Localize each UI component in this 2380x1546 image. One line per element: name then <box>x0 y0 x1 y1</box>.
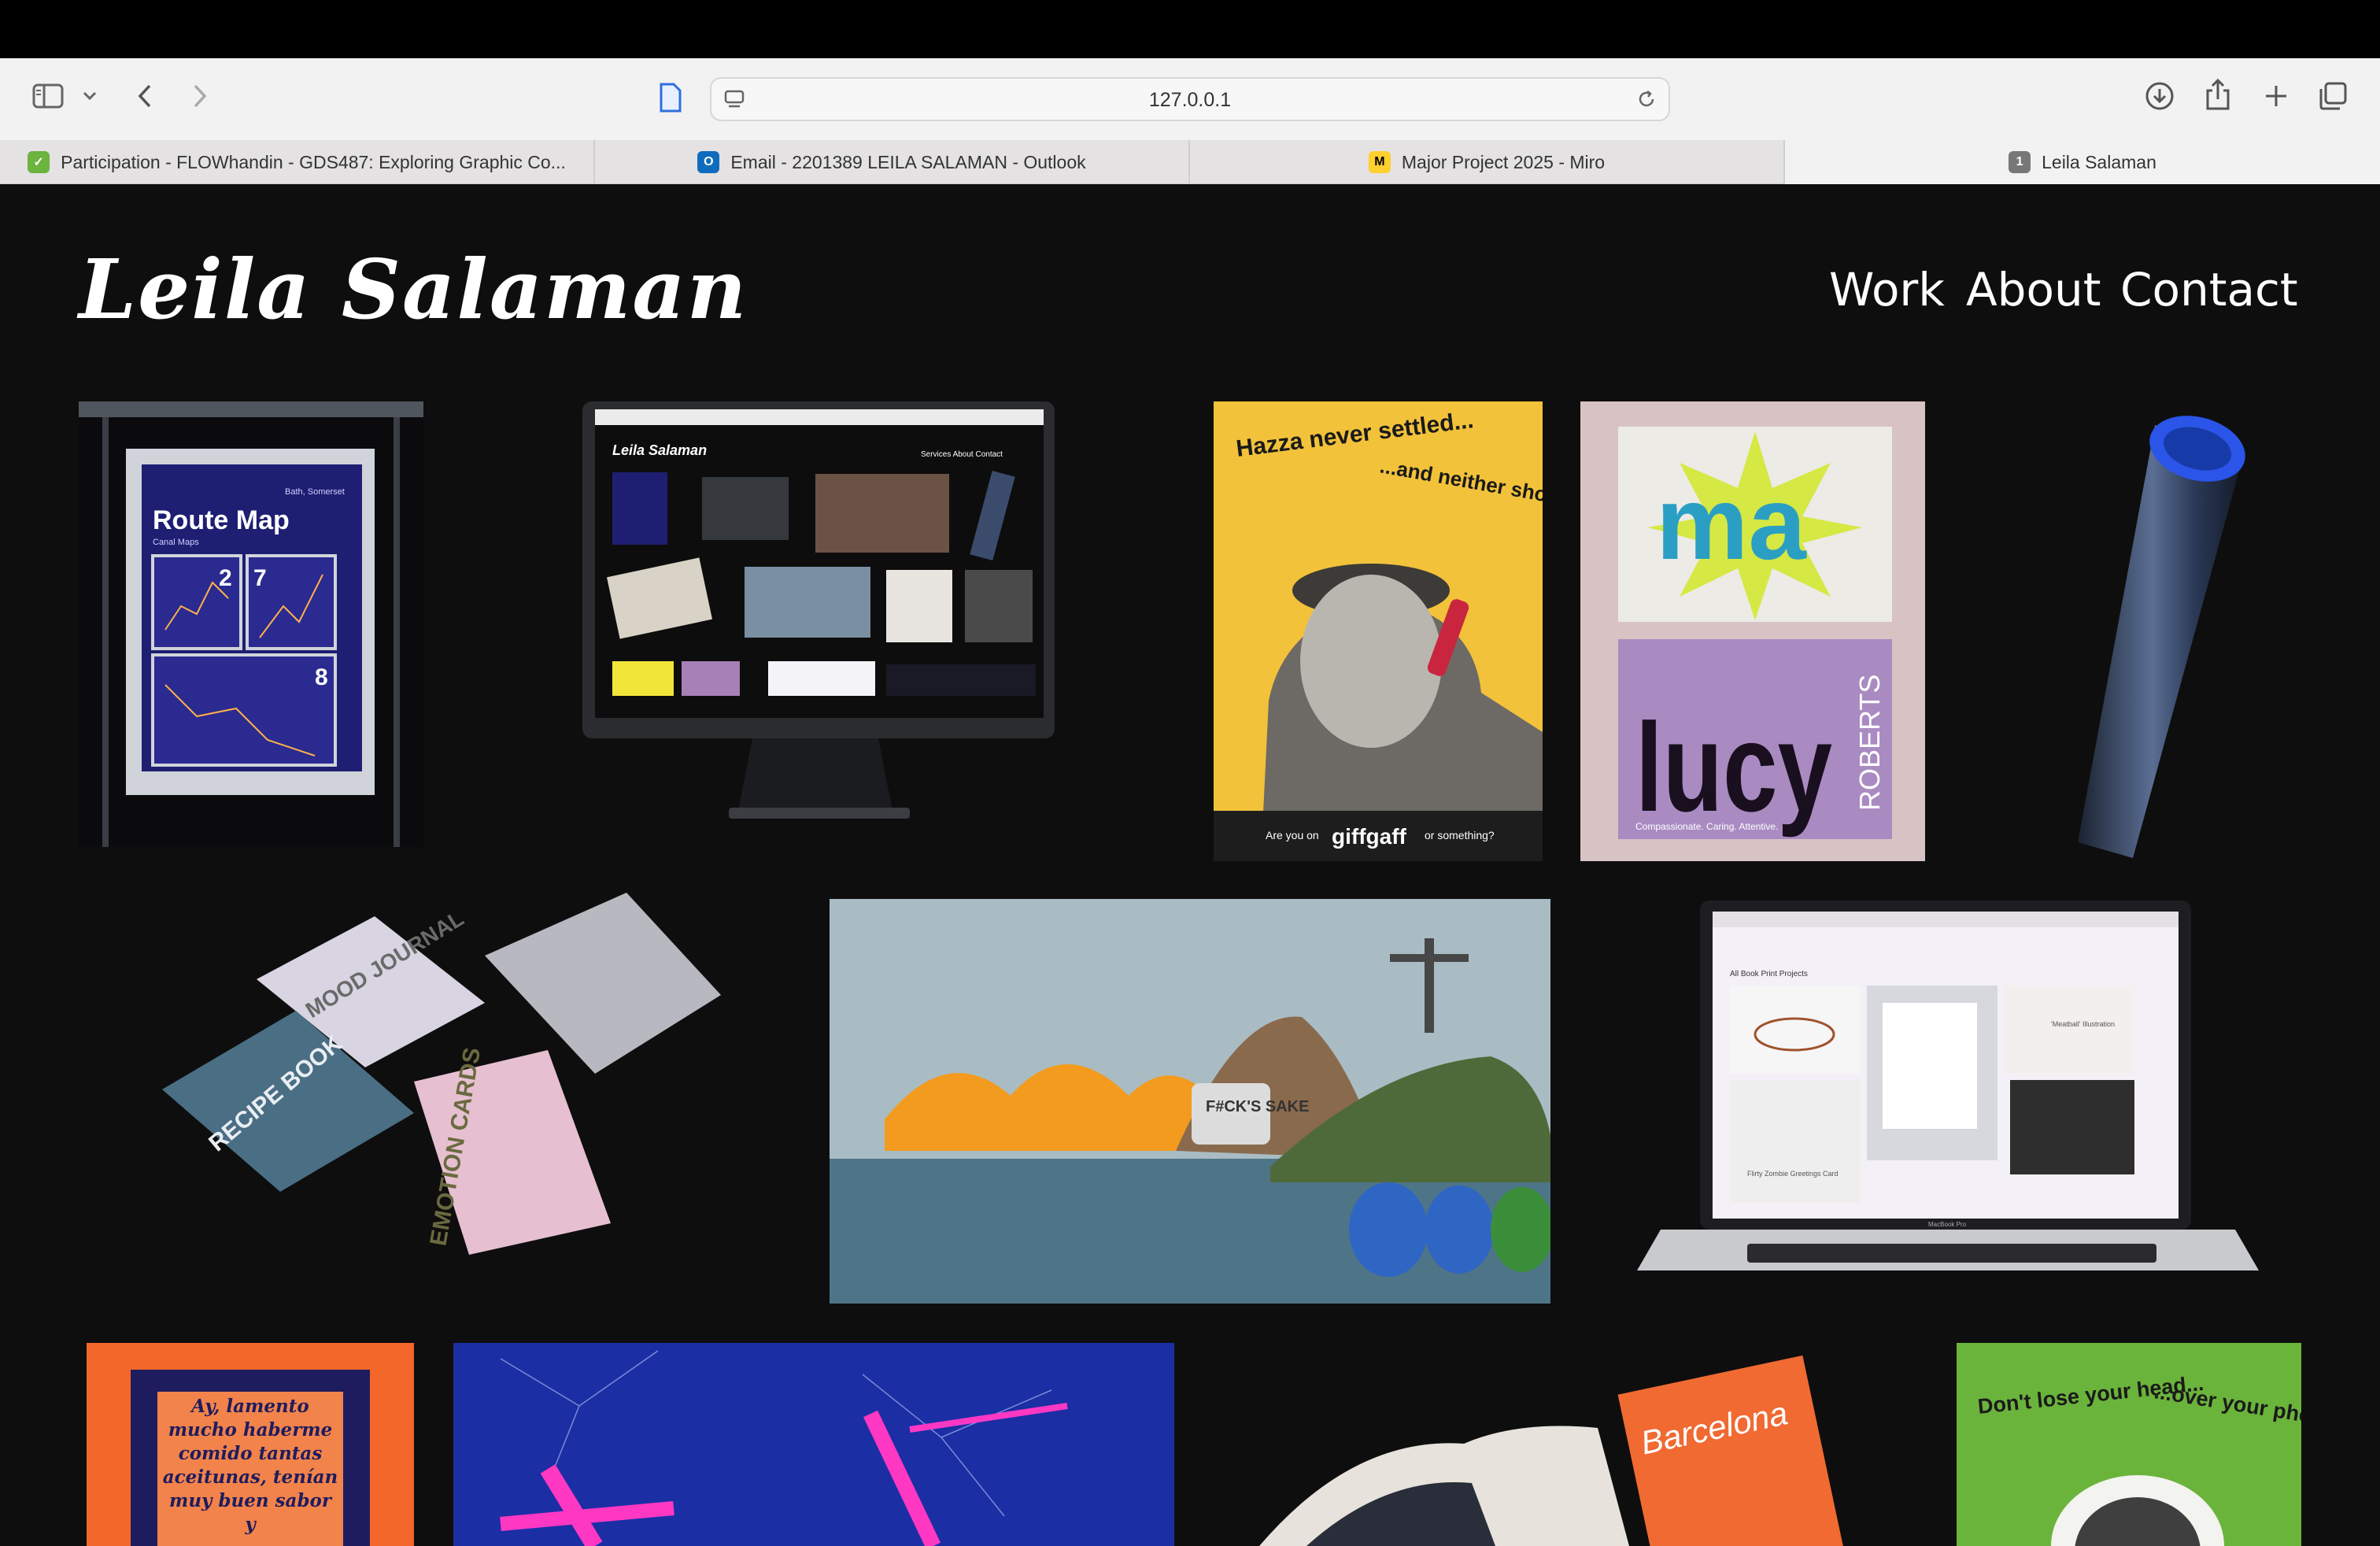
portfolio-page: Leila Salaman Work About Contact Route M… <box>0 184 2380 1546</box>
brand-tagline: Compassionate. Caring. Attentive. <box>1635 821 1778 832</box>
project-rio-collage[interactable]: F#CK'S SAKE <box>830 899 1550 1304</box>
project-blue-fireworks[interactable] <box>453 1343 1174 1546</box>
project-barcelona-book[interactable]: Barcelona <box>1259 1349 1857 1546</box>
imac-site-nav: Services About Contact <box>921 450 1003 459</box>
brand-ma-logo: ma <box>1656 465 1807 581</box>
flowhandin-favicon-icon: ✓ <box>28 151 50 173</box>
route-map-location: Bath, Somerset <box>285 487 345 497</box>
new-tab-icon[interactable] <box>2259 79 2293 113</box>
project-brand-cards[interactable]: ma lucy ROBERTS Compassionate. Caring. A… <box>1580 401 1925 861</box>
route-map-number: 8 <box>315 664 328 690</box>
poster-henry-footer-right: or something? <box>1425 829 1495 841</box>
reload-icon[interactable] <box>1634 87 1659 112</box>
project-giffgaff-henry-poster[interactable]: Hazza never settled... ...and neither sh… <box>1214 401 1543 861</box>
project-annie-poster[interactable]: Don't lose your head... ...over your pho… <box>1957 1343 2301 1546</box>
route-map-title: Route Map <box>153 505 290 535</box>
sidebar-toggle-icon[interactable] <box>30 80 66 112</box>
tab-miro[interactable]: M Major Project 2025 - Miro <box>1190 140 1785 184</box>
macos-menubar <box>0 0 2380 58</box>
tab-flowhandin[interactable]: ✓ Participation - FLOWhandin - GDS487: E… <box>0 140 595 184</box>
miro-favicon-icon: M <box>1368 151 1391 173</box>
brand-surname: ROBERTS <box>1853 675 1886 811</box>
macbook-card-meatball: 'Meatball' Illustration <box>2051 1020 2115 1028</box>
project-portfolio-website-imac[interactable]: Leila Salaman Services About Contact <box>571 401 1059 874</box>
forward-icon[interactable] <box>187 80 213 112</box>
tab-outlook[interactable]: O Email - 2201389 LEILA SALAMAN - Outloo… <box>595 140 1190 184</box>
tab-number-badge: 1 <box>2009 151 2031 173</box>
macbook-site-tabs: All Book Print Projects <box>1730 970 1808 978</box>
tab-label: Major Project 2025 - Miro <box>1401 151 1606 172</box>
route-map-number: 2 <box>219 565 232 591</box>
poster-henry-footer-left: Are you on <box>1266 829 1319 841</box>
brand-lucy-logo: lucy <box>1635 697 1832 838</box>
address-bar[interactable]: 127.0.0.1 <box>710 77 1670 121</box>
spanish-poster-text: Ay, lamento mucho haberme comido tantas … <box>162 1396 338 1535</box>
chevron-down-icon[interactable] <box>80 87 99 105</box>
nav-contact[interactable]: Contact <box>2120 263 2298 316</box>
back-icon[interactable] <box>132 80 157 112</box>
collage-speech-bubble: F#CK'S SAKE <box>1206 1098 1309 1115</box>
outlook-favicon-icon: O <box>697 151 720 173</box>
macbook-model-label: MacBook Pro <box>1928 1221 1967 1228</box>
share-icon[interactable] <box>2201 76 2235 113</box>
route-map-number: 7 <box>253 565 267 591</box>
nav-work[interactable]: Work <box>1829 263 1945 316</box>
nav-about[interactable]: About <box>1966 263 2101 316</box>
project-portfolio-website-macbook[interactable]: All Book Print Projects 'Meatball' Illus… <box>1637 901 2259 1304</box>
project-spanish-poster[interactable]: Ay, lamento mucho haberme comido tantas … <box>87 1343 414 1546</box>
project-stationery-boxes[interactable]: MOOD JOURNAL RECIPE BOOK EMOTION CARDS <box>154 893 726 1315</box>
tab-label: Leila Salaman <box>2042 151 2156 172</box>
project-route-map[interactable]: Route Map Canal Maps Bath, Somerset 2 7 … <box>79 401 423 847</box>
browser-toolbar: 127.0.0.1 <box>0 58 2380 140</box>
site-logo[interactable]: Leila Salaman <box>79 241 748 338</box>
tab-label: Email - 2201389 LEILA SALAMAN - Outlook <box>730 151 1086 172</box>
page-document-icon <box>656 80 685 115</box>
download-icon[interactable] <box>2142 79 2177 113</box>
route-map-subtitle: Canal Maps <box>153 538 199 547</box>
tab-overview-icon[interactable] <box>2315 79 2350 113</box>
project-3d-cylinder[interactable] <box>2015 401 2251 882</box>
url-text: 127.0.0.1 <box>1148 89 1232 111</box>
tab-bar: ✓ Participation - FLOWhandin - GDS487: E… <box>0 140 2380 184</box>
tab-leila-salaman[interactable]: 1 Leila Salaman <box>1785 140 2380 184</box>
imac-site-logo: Leila Salaman <box>612 442 707 458</box>
poster-henry-brand: giffgaff <box>1332 824 1407 849</box>
macbook-card-zombie: Flirty Zombie Greetings Card <box>1747 1170 1839 1178</box>
tab-label: Participation - FLOWhandin - GDS487: Exp… <box>61 151 566 172</box>
